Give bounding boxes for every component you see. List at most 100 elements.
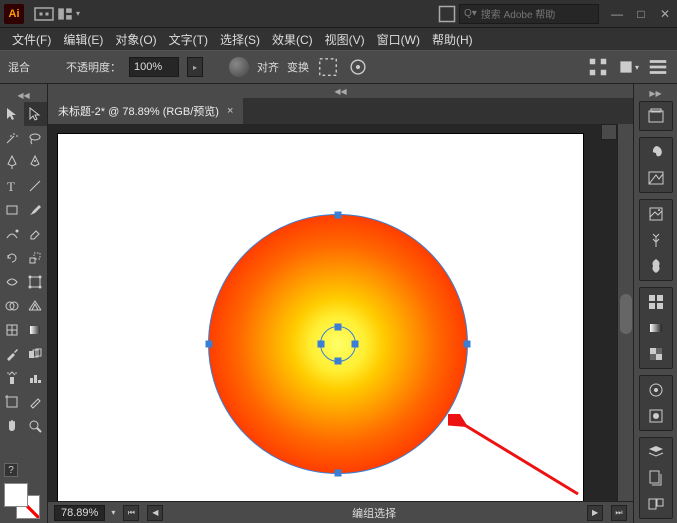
asset-export-panel-icon[interactable] xyxy=(642,466,670,490)
recolor-icon[interactable] xyxy=(229,57,249,77)
graphic-styles-panel-icon[interactable] xyxy=(642,404,670,428)
free-transform-tool[interactable] xyxy=(24,270,48,294)
line-tool[interactable] xyxy=(24,174,48,198)
zoom-tool[interactable] xyxy=(24,414,48,438)
color-guide-panel-icon[interactable] xyxy=(642,166,670,190)
bridge-icon[interactable] xyxy=(32,4,56,24)
menu-help[interactable]: 帮助(H) xyxy=(426,29,479,50)
zoom-dropdown-icon[interactable]: ▾ xyxy=(111,508,115,517)
color-swatches[interactable]: ? xyxy=(0,459,47,523)
minimize-button[interactable]: — xyxy=(609,6,625,22)
grid-icon[interactable] xyxy=(587,56,609,78)
nav-last-icon[interactable]: ⏭ xyxy=(611,505,627,521)
symbol-sprayer-tool[interactable] xyxy=(0,366,24,390)
menu-select[interactable]: 选择(S) xyxy=(214,29,266,50)
canvas[interactable] xyxy=(48,124,617,501)
anchor-handle[interactable] xyxy=(335,324,342,331)
anchor-handle[interactable] xyxy=(352,341,359,348)
appearance-panel-icon[interactable] xyxy=(642,378,670,402)
panel-collapse-icon[interactable]: ◀◀ xyxy=(48,84,633,98)
anchor-handle[interactable] xyxy=(335,470,342,477)
eraser-tool[interactable] xyxy=(24,222,48,246)
column-graph-tool[interactable] xyxy=(24,366,48,390)
shaper-tool[interactable] xyxy=(0,222,24,246)
curvature-tool[interactable] xyxy=(24,150,48,174)
main-area: ◀◀ T ? ◀◀ 未标题-2* @ 78.89% (RGB/预览 xyxy=(0,84,677,523)
blend-tool[interactable] xyxy=(24,342,48,366)
lasso-tool[interactable] xyxy=(24,126,48,150)
shape-builder-tool[interactable] xyxy=(0,294,24,318)
perspective-grid-tool[interactable] xyxy=(24,294,48,318)
scrollbar-thumb[interactable] xyxy=(620,294,632,334)
anchor-handle[interactable] xyxy=(335,358,342,365)
document-tab[interactable]: 未标题-2* @ 78.89% (RGB/预览) × xyxy=(48,98,243,124)
right-panel-dock: ▶▶ xyxy=(633,84,677,523)
arrange-icon[interactable]: ▾ xyxy=(56,4,80,24)
gradient-tool[interactable] xyxy=(24,318,48,342)
transform-label[interactable]: 变换 xyxy=(287,59,309,75)
tab-close-icon[interactable]: × xyxy=(227,105,233,117)
rotate-tool[interactable] xyxy=(0,246,24,270)
menu-type[interactable]: 文字(T) xyxy=(163,29,214,50)
width-tool[interactable] xyxy=(0,270,24,294)
anchor-handle[interactable] xyxy=(318,341,325,348)
mesh-tool[interactable] xyxy=(0,318,24,342)
slice-tool[interactable] xyxy=(24,390,48,414)
opacity-input[interactable] xyxy=(129,57,179,77)
brushes-panel-icon[interactable] xyxy=(642,228,670,252)
direct-selection-tool[interactable] xyxy=(24,102,48,126)
menu-edit[interactable]: 编辑(E) xyxy=(57,29,109,50)
sync-icon[interactable] xyxy=(435,4,459,24)
artboard-tool[interactable] xyxy=(0,390,24,414)
menu-window[interactable]: 窗口(W) xyxy=(371,29,426,50)
outer-circle[interactable] xyxy=(208,214,468,474)
panel-menu-icon[interactable] xyxy=(647,56,669,78)
stroke-panel-icon[interactable] xyxy=(642,290,670,314)
snap-icon[interactable]: ▾ xyxy=(617,56,639,78)
swatches-panel-icon[interactable] xyxy=(642,202,670,226)
libraries-panel-icon[interactable] xyxy=(642,104,670,128)
anchor-handle[interactable] xyxy=(464,341,471,348)
eyedropper-tool[interactable] xyxy=(0,342,24,366)
svg-text:T: T xyxy=(7,179,15,194)
nav-first-icon[interactable]: ⏮ xyxy=(123,505,139,521)
opacity-stepper[interactable]: ▸ xyxy=(187,57,203,77)
hand-tool[interactable] xyxy=(0,414,24,438)
anchor-handle[interactable] xyxy=(206,341,213,348)
type-tool[interactable]: T xyxy=(0,174,24,198)
toolbox-collapse-icon[interactable]: ◀◀ xyxy=(0,88,47,102)
align-label[interactable]: 对齐 xyxy=(257,59,279,75)
edit-icon[interactable] xyxy=(347,56,369,78)
color-panel-icon[interactable] xyxy=(642,140,670,164)
vertical-scrollbar[interactable] xyxy=(617,124,633,501)
search-input[interactable]: Q▾搜索 Adobe 帮助 xyxy=(459,4,599,24)
symbols-panel-icon[interactable] xyxy=(642,254,670,278)
anchor-handle[interactable] xyxy=(335,212,342,219)
zoom-level[interactable]: 78.89% xyxy=(54,505,105,521)
close-button[interactable]: ✕ xyxy=(657,6,673,22)
artboard[interactable] xyxy=(58,134,583,501)
pen-tool[interactable] xyxy=(0,150,24,174)
selection-tool[interactable] xyxy=(0,102,24,126)
menu-view[interactable]: 视图(V) xyxy=(319,29,371,50)
nav-next-icon[interactable]: ▶ xyxy=(587,505,603,521)
layers-panel-icon[interactable] xyxy=(642,440,670,464)
menu-effect[interactable]: 效果(C) xyxy=(266,29,319,50)
artboards-panel-icon[interactable] xyxy=(642,492,670,516)
blend-object[interactable] xyxy=(208,214,468,474)
rectangle-tool[interactable] xyxy=(0,198,24,222)
dock-collapse-icon[interactable]: ▶▶ xyxy=(634,88,677,99)
scale-tool[interactable] xyxy=(24,246,48,270)
nav-prev-icon[interactable]: ◀ xyxy=(147,505,163,521)
paintbrush-tool[interactable] xyxy=(24,198,48,222)
gradient-panel-icon[interactable] xyxy=(642,316,670,340)
isolate-icon[interactable] xyxy=(317,56,339,78)
default-fill-stroke-icon[interactable]: ? xyxy=(4,463,18,477)
menu-object[interactable]: 对象(O) xyxy=(109,29,162,50)
maximize-button[interactable]: □ xyxy=(633,6,649,22)
magic-wand-tool[interactable] xyxy=(0,126,24,150)
inner-circle[interactable] xyxy=(320,326,356,362)
fill-swatch[interactable] xyxy=(4,483,28,507)
transparency-panel-icon[interactable] xyxy=(642,342,670,366)
menu-file[interactable]: 文件(F) xyxy=(6,29,57,50)
